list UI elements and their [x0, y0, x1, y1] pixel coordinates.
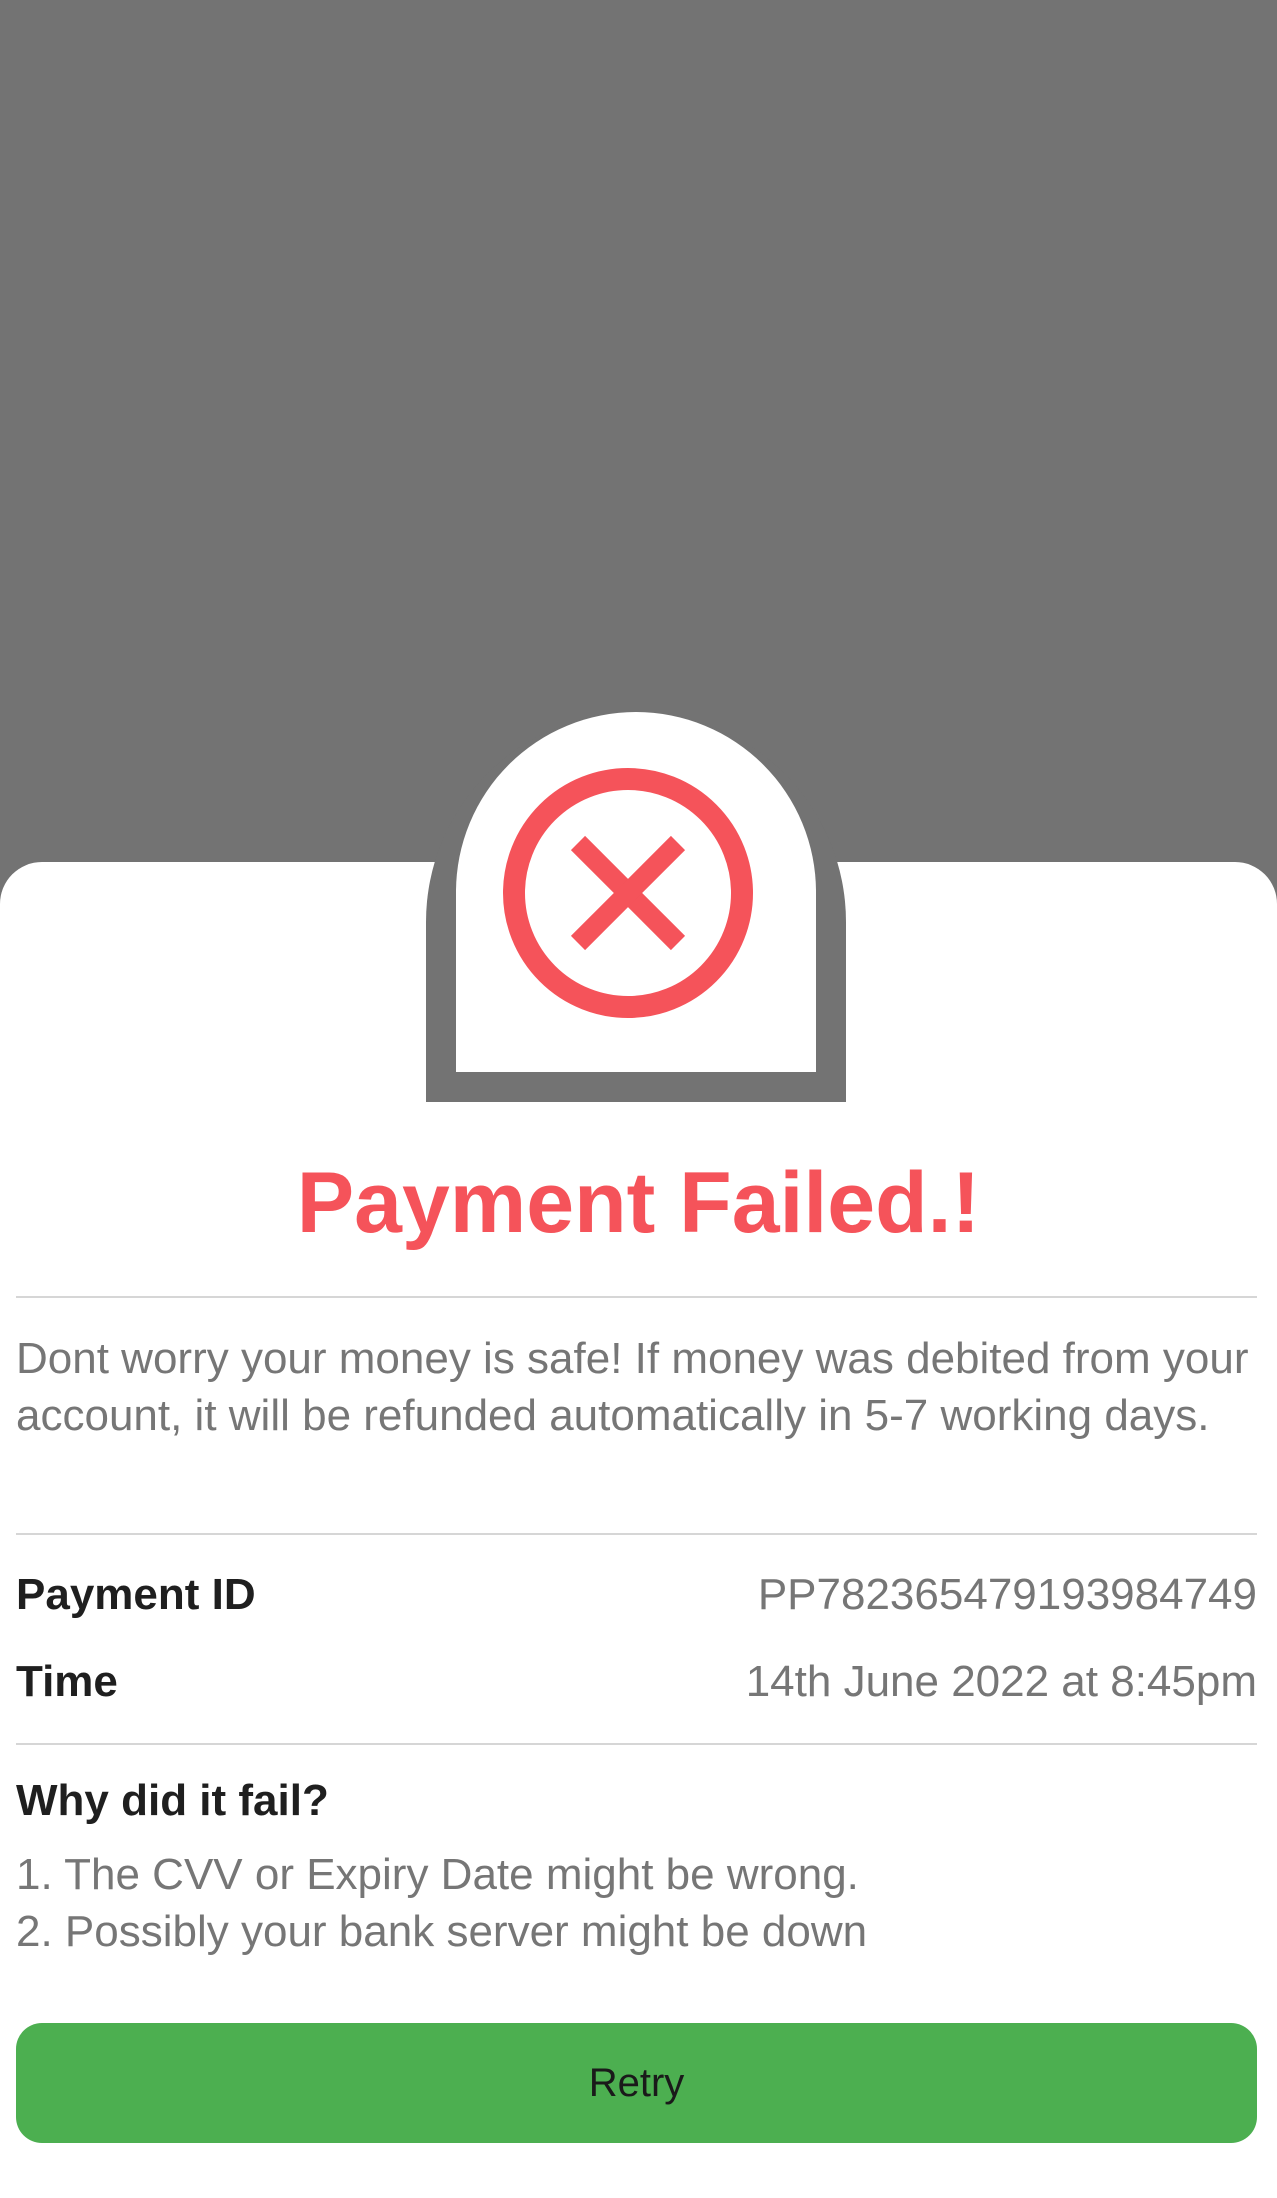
time-value: 14th June 2022 at 8:45pm	[745, 1657, 1257, 1706]
list-item: 1. The CVV or Expiry Date might be wrong…	[16, 1850, 859, 1899]
close-circle-icon	[503, 768, 753, 1018]
payment-id-label: Payment ID	[16, 1570, 256, 1619]
divider	[16, 1533, 1257, 1535]
time-row: Time 14th June 2022 at 8:45pm	[16, 1652, 1257, 1712]
payment-id-row: Payment ID PP782365479193984749	[16, 1565, 1257, 1625]
retry-button[interactable]: Retry	[16, 2023, 1257, 2143]
time-label: Time	[16, 1657, 118, 1706]
list-item: 2. Possibly your bank server might be do…	[16, 1907, 868, 1956]
status-badge	[456, 712, 816, 1072]
failure-reasons-list: 1. The CVV or Expiry Date might be wrong…	[16, 1846, 1256, 1960]
refund-info-text: Dont worry your money is safe! If money …	[16, 1334, 1249, 1440]
divider	[16, 1743, 1257, 1745]
failure-reasons-heading: Why did it fail?	[16, 1776, 329, 1825]
payment-id-value: PP782365479193984749	[757, 1570, 1257, 1619]
divider	[16, 1296, 1257, 1298]
page-title: Payment Failed.!	[296, 1155, 981, 1251]
